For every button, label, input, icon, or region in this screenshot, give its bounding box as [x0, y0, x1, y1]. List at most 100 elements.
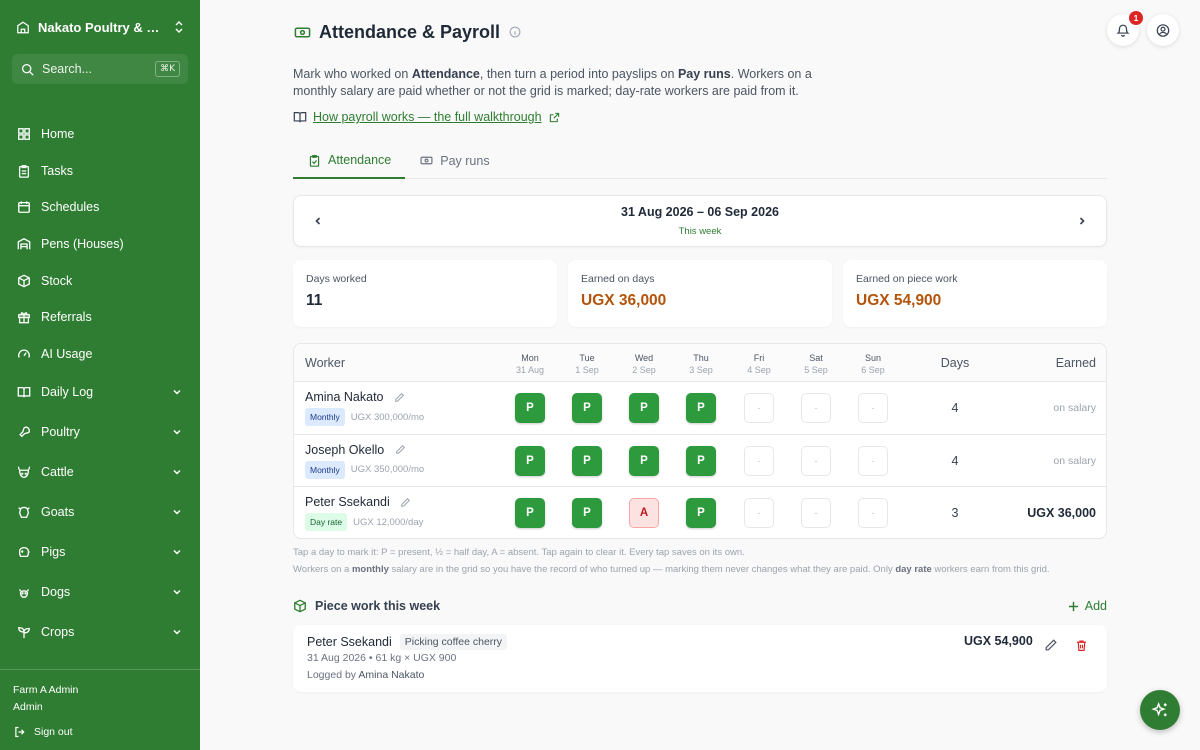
attendance-cell[interactable]: P	[629, 393, 659, 423]
account-button[interactable]	[1147, 14, 1179, 46]
notification-badge: 1	[1129, 11, 1143, 25]
pay-type-badge: Day rate	[305, 513, 348, 531]
day-date: 4 Sep	[747, 365, 771, 375]
logged-prefix: Logged by	[307, 669, 359, 681]
gift-icon	[17, 310, 31, 324]
sidebar-group-poultry[interactable]: Poultry	[0, 412, 200, 452]
edit-entry-button[interactable]	[1042, 636, 1060, 654]
home-icon	[17, 127, 31, 141]
attendance-cell[interactable]: -	[744, 393, 774, 423]
ai-assistant-button[interactable]	[1140, 690, 1180, 730]
grid-salary-note: Workers on a monthly salary are in the g…	[293, 564, 1050, 575]
search-input[interactable]: Search... ⌘K	[12, 54, 188, 84]
attendance-cell[interactable]: P	[686, 498, 716, 528]
sprout-icon	[17, 625, 31, 639]
sidebar-item-label: Tasks	[41, 163, 73, 178]
pencil-icon[interactable]	[393, 443, 407, 457]
day-name: Sat	[809, 353, 823, 363]
notifications-button[interactable]: 1	[1107, 11, 1143, 46]
attendance-cell[interactable]: -	[801, 498, 831, 528]
calendar-icon	[17, 200, 31, 214]
banknote-icon	[419, 154, 433, 168]
farm-switcher[interactable]: Nakato Poultry & Da...	[16, 16, 186, 38]
book-icon	[17, 385, 31, 399]
attendance-cell[interactable]: P	[629, 445, 659, 476]
info-icon[interactable]	[508, 25, 522, 39]
pencil-icon[interactable]	[393, 390, 407, 404]
open-book-icon	[293, 110, 307, 124]
sidebar-group-pigs[interactable]: Pigs	[0, 532, 200, 572]
sidebar-item-schedules[interactable]: Schedules	[0, 189, 200, 226]
worker-name: Peter Ssekandi	[305, 495, 413, 509]
stat-label: Days worked	[306, 273, 367, 285]
sparkles-icon	[1150, 700, 1170, 720]
attendance-cell[interactable]: P	[686, 393, 716, 423]
column-header-day: Sun 6 Sep	[848, 352, 898, 376]
sidebar-group-dogs[interactable]: Dogs	[0, 572, 200, 612]
payroll-guide-link[interactable]: How payroll works — the full walkthrough	[293, 110, 562, 124]
sidebar-item-home[interactable]: Home	[0, 116, 200, 153]
sidebar-item-stock[interactable]: Stock	[0, 262, 200, 299]
attendance-cell[interactable]: -	[858, 445, 888, 476]
attendance-cell[interactable]: P	[572, 445, 602, 476]
sidebar-group-daily-log[interactable]: Daily Log	[0, 372, 200, 412]
pencil-icon[interactable]	[399, 495, 413, 509]
next-week-button[interactable]	[1074, 213, 1090, 229]
day-name: Tue	[579, 353, 595, 363]
worker-row: Amina Nakato Monthly UGX 300,000/mo P P …	[294, 382, 1106, 435]
attendance-cell[interactable]: -	[801, 445, 831, 476]
summary-stats: Days worked 11 Earned on days UGX 36,000…	[293, 260, 1107, 327]
worker-meta: Monthly UGX 300,000/mo	[305, 408, 424, 426]
sidebar-item-label: AI Usage	[41, 346, 93, 361]
sidebar-item-pens[interactable]: Pens (Houses)	[0, 226, 200, 263]
sidebar-item-ai-usage[interactable]: AI Usage	[0, 336, 200, 373]
banknote-icon	[293, 23, 311, 41]
sign-out-button[interactable]: Sign out	[13, 725, 187, 739]
intro-bold: Pay runs	[677, 67, 731, 81]
attendance-cell[interactable]: P	[515, 393, 545, 423]
sidebar-group-goats[interactable]: Goats	[0, 492, 200, 532]
attendance-cell[interactable]: P	[572, 498, 602, 528]
sidebar-item-label: Daily Log	[41, 385, 94, 400]
stat-label: Earned on piece work	[856, 273, 958, 285]
attendance-cell[interactable]: P	[572, 393, 602, 423]
tab-pay-runs[interactable]: Pay runs	[405, 143, 503, 178]
attendance-cell[interactable]: -	[744, 445, 774, 476]
day-name: Mon	[521, 353, 539, 363]
day-date: 2 Sep	[632, 365, 656, 375]
stat-value: UGX 36,000	[581, 292, 667, 309]
worker-name: Joseph Okello	[305, 443, 407, 457]
attendance-cell[interactable]: -	[801, 393, 831, 423]
task-tag: Picking coffee cherry	[399, 634, 508, 650]
pay-rate: UGX 300,000/mo	[350, 411, 425, 423]
attendance-cell[interactable]: -	[858, 393, 888, 423]
attendance-cell[interactable]: P	[515, 445, 545, 476]
attendance-cell[interactable]: A	[629, 498, 659, 528]
logged-by-name: Amina Nakato	[358, 669, 425, 681]
clipboard-check-icon	[307, 153, 321, 167]
day-date: 6 Sep	[861, 365, 885, 375]
box-icon	[17, 274, 31, 288]
pay-type-badge: Monthly	[305, 460, 345, 479]
main-content: Attendance & Payroll 1 Mark who worked o…	[200, 0, 1200, 750]
delete-entry-button[interactable]	[1072, 636, 1090, 654]
worker-row: Peter Ssekandi Day rate UGX 12,000/day P…	[294, 487, 1106, 538]
plus-icon	[1067, 599, 1081, 613]
chevron-down-icon	[171, 546, 183, 558]
add-piece-work-button[interactable]: Add	[1067, 599, 1107, 613]
day-name: Fri	[753, 353, 765, 363]
column-header-day: Sat 5 Sep	[791, 352, 841, 376]
sidebar-group-crops[interactable]: Crops	[0, 612, 200, 652]
attendance-cell[interactable]: -	[744, 498, 774, 528]
attendance-cell[interactable]: -	[858, 498, 888, 528]
sidebar-item-referrals[interactable]: Referrals	[0, 299, 200, 336]
attendance-cell[interactable]: P	[686, 445, 716, 476]
user-role: Admin	[13, 701, 43, 713]
chevron-down-icon	[171, 426, 183, 438]
attendance-cell[interactable]: P	[515, 498, 545, 528]
stat-earned-on-days: Earned on days UGX 36,000	[568, 260, 832, 327]
tab-attendance[interactable]: Attendance	[293, 143, 406, 179]
sidebar-group-cattle[interactable]: Cattle	[0, 452, 200, 492]
sidebar-item-tasks[interactable]: Tasks	[0, 153, 200, 190]
pencil-icon	[1044, 638, 1058, 652]
